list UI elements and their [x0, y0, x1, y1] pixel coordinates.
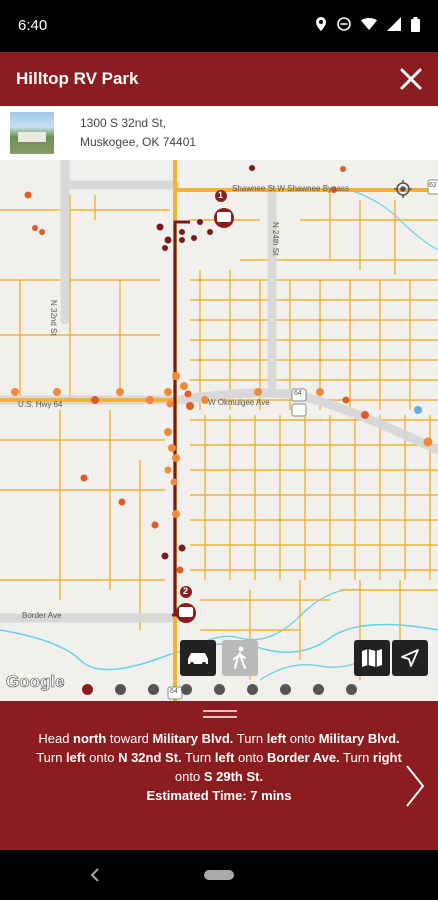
street-label-n32nd: N 32nd St — [49, 300, 58, 336]
step-dot[interactable] — [148, 684, 159, 695]
google-logo: Google — [6, 672, 65, 692]
highway-shield-62: 62 — [429, 182, 437, 189]
status-time: 6:40 — [18, 17, 48, 34]
step-pagination — [82, 684, 362, 696]
map-canvas — [0, 160, 438, 701]
directions-text-part: onto — [234, 750, 267, 765]
navigate-button[interactable] — [392, 640, 428, 676]
directions-emphasis: right — [372, 750, 402, 765]
directions-text-part: onto — [286, 731, 319, 746]
step-dot[interactable] — [313, 684, 324, 695]
signal-icon — [387, 17, 401, 31]
directions-text-part: Head — [38, 731, 74, 746]
address-city: Muskogee, OK 74401 — [80, 135, 197, 149]
step-dot[interactable] — [247, 684, 258, 695]
driving-mode-button[interactable] — [180, 640, 216, 676]
home-pill[interactable] — [204, 870, 234, 880]
route-end-number: 2 — [183, 586, 189, 596]
directions-text-part: Turn — [233, 731, 267, 746]
directions-emphasis: Military Blvd. — [152, 731, 234, 746]
directions-text: Head north toward Military Blvd. Turn le… — [30, 729, 408, 805]
chevron-right-icon[interactable] — [404, 763, 426, 809]
back-icon[interactable] — [90, 867, 100, 883]
location-icon — [316, 17, 326, 31]
directions-emphasis: north — [73, 731, 107, 746]
step-dot[interactable] — [346, 684, 357, 695]
street-label-us64: U.S. Hwy 64 — [18, 400, 63, 409]
walking-person-icon — [233, 646, 246, 669]
directions-emphasis: S 29th St. — [203, 769, 264, 784]
directions-text-part: onto — [85, 750, 119, 765]
directions-emphasis: Military Blvd. — [318, 731, 400, 746]
page-title: Hilltop RV Park — [16, 69, 139, 88]
directions-text-part: toward — [106, 731, 153, 746]
step-dot[interactable] — [115, 684, 126, 695]
street-label-okmulgee: W Okmulgee Ave — [208, 398, 270, 407]
estimated-time: Estimated Time: 7 mins — [146, 788, 292, 803]
my-location-button[interactable] — [388, 174, 418, 204]
car-icon — [188, 653, 208, 666]
address-panel: 1300 S 32nd St, Muskogee, OK 74401 — [0, 106, 438, 161]
directions-panel: Head north toward Military Blvd. Turn le… — [0, 701, 438, 850]
directions-emphasis: N 32nd St. — [118, 750, 182, 765]
directions-text-part: Turn — [36, 750, 67, 765]
crosshair-icon — [394, 180, 412, 198]
wifi-icon — [361, 18, 377, 30]
walking-mode-button[interactable] — [222, 640, 258, 676]
step-dot[interactable] — [181, 684, 192, 695]
directions-emphasis: Border Ave. — [266, 750, 340, 765]
drag-handle-icon[interactable] — [203, 709, 237, 719]
map-icon — [362, 649, 382, 667]
status-icons — [315, 16, 420, 32]
status-bar: 6:40 — [0, 0, 438, 52]
park-thumbnail[interactable] — [10, 112, 54, 154]
step-dot[interactable] — [214, 684, 225, 695]
highway-shield-64-north: 64 — [294, 390, 302, 397]
street-label-shawnee: Shawnee St W Shawnee Bypass — [232, 184, 349, 193]
address-street: 1300 S 32nd St, — [80, 116, 167, 130]
street-label-n24th: N 24th St — [271, 222, 280, 256]
system-nav-bar — [0, 850, 438, 900]
navigation-arrow-icon — [401, 649, 419, 667]
do-not-disturb-icon — [337, 17, 351, 31]
directions-text-part: Turn — [181, 750, 215, 765]
step-dot[interactable] — [280, 684, 291, 695]
street-label-border: Border Ave — [22, 611, 62, 620]
map-view-button[interactable] — [354, 640, 390, 676]
directions-emphasis: left — [66, 750, 86, 765]
route-start-number: 1 — [218, 190, 224, 200]
header-bar: Hilltop RV Park — [0, 52, 438, 106]
directions-emphasis: left — [214, 750, 235, 765]
battery-icon — [411, 16, 420, 32]
directions-emphasis: left — [266, 731, 287, 746]
close-icon[interactable] — [398, 66, 424, 92]
step-dot[interactable] — [82, 684, 93, 695]
directions-text-part: Turn — [339, 750, 373, 765]
directions-text-part: onto — [174, 769, 204, 784]
map-view[interactable]: Shawnee St W Shawnee Bypass N 32nd St N … — [0, 160, 438, 701]
